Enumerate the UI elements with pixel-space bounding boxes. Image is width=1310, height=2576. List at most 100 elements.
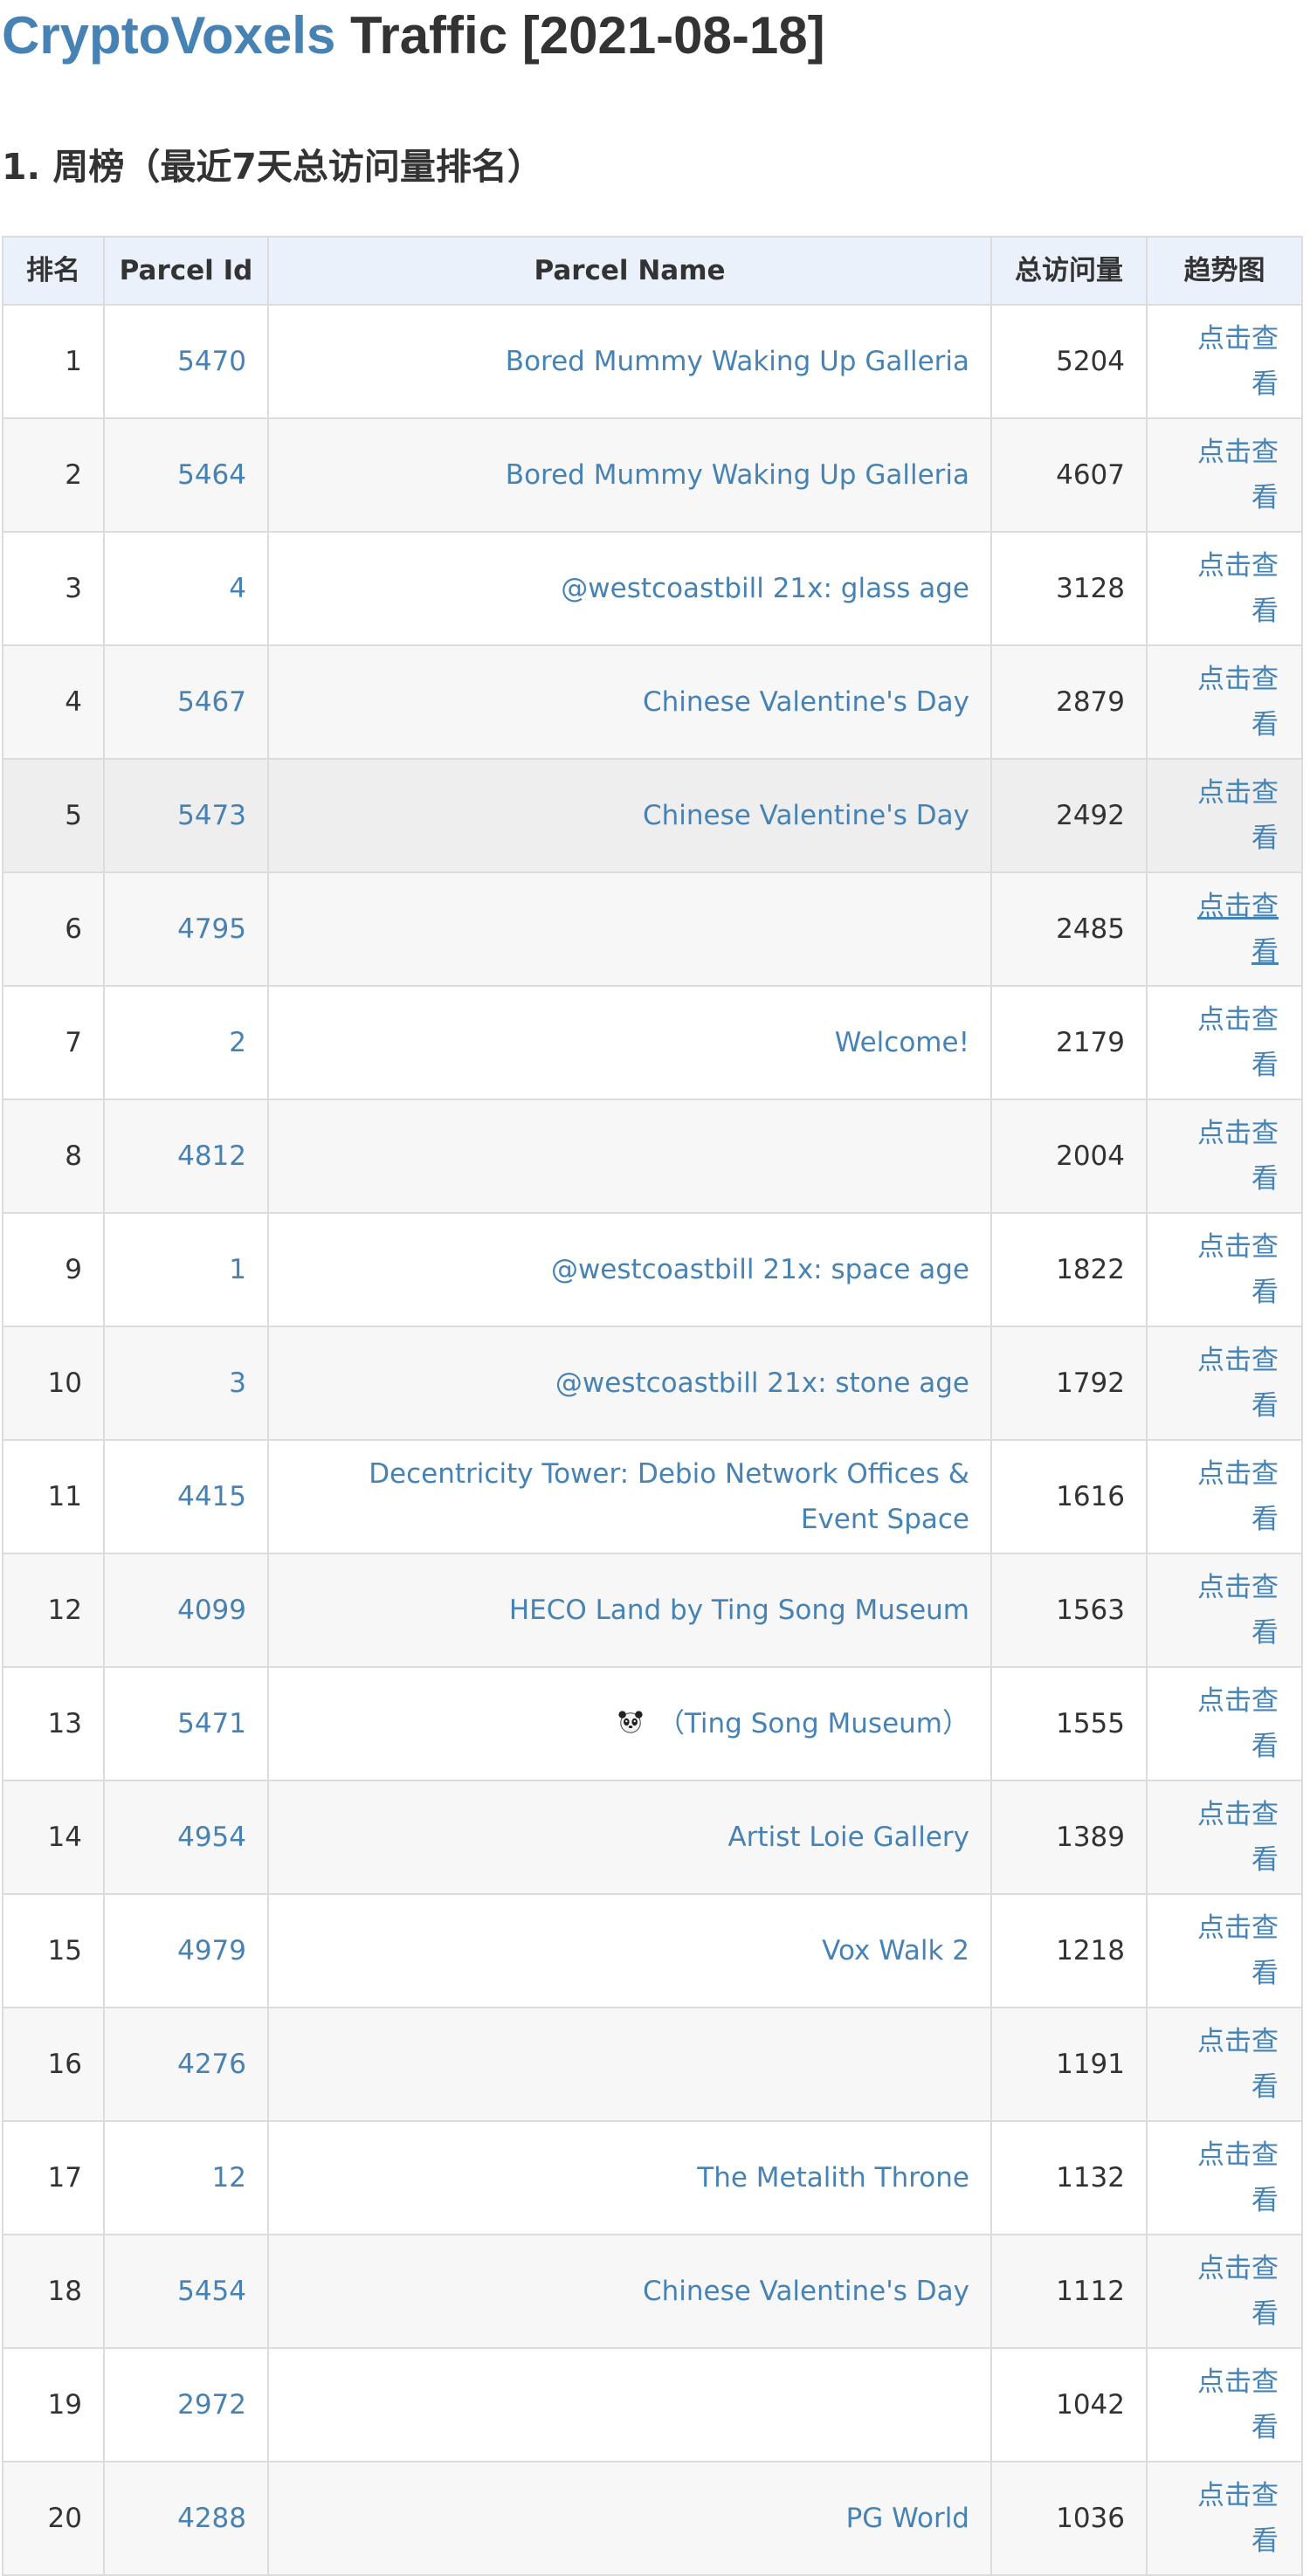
parcel-id-link[interactable]: 2 [229,1027,246,1058]
trend-chart-cell: 点击查看 [1146,985,1303,1100]
parcel-id-link[interactable]: 4954 [177,1822,246,1853]
parcel-id-link[interactable]: 4415 [177,1481,246,1512]
parcel-name-cell: Chinese Valentine's Day [267,2234,992,2349]
total-visits-cell: 2485 [990,871,1148,987]
view-trend-link[interactable]: 点击查看 [1193,1111,1279,1202]
parcel-id-link[interactable]: 4276 [177,2049,246,2080]
parcel-id-cell: 4 [103,531,269,646]
total-visits-cell: 1563 [990,1553,1148,1668]
parcel-id-link[interactable]: 5470 [177,346,246,377]
view-trend-link[interactable]: 点击查看 [1193,2132,1279,2223]
parcel-id-link[interactable]: 2972 [177,2389,246,2421]
parcel-name-link[interactable]: Chinese Valentine's Day [643,800,969,831]
parcel-name-link[interactable]: Bored Mummy Waking Up Galleria [506,459,969,491]
parcel-id-link[interactable]: 1 [229,1254,246,1285]
trend-chart-cell: 点击查看 [1146,2234,1303,2349]
table-row: 2 5464 Bored Mummy Waking Up Galleria 4607 点… [2,417,1303,533]
table-header-row: 排名 Parcel Id Parcel Name 总访问量 趋势图 [2,236,1303,306]
parcel-name-link[interactable]: （Ting Song Museum） [658,1708,969,1739]
parcel-id-link[interactable]: 3 [229,1367,246,1399]
view-trend-link[interactable]: 点击查看 [1193,1338,1279,1429]
parcel-name-link[interactable]: The Metalith Throne [697,2162,969,2194]
parcel-name-link[interactable]: Chinese Valentine's Day [643,2276,969,2307]
parcel-name-link[interactable]: Bored Mummy Waking Up Galleria [506,346,969,377]
trend-chart-cell: 点击查看 [1146,1893,1303,2008]
trend-chart-cell: 点击查看 [1146,871,1303,987]
parcel-id-link[interactable]: 5467 [177,686,246,718]
view-trend-link[interactable]: 点击查看 [1193,2246,1279,2337]
total-visits-cell: 2492 [990,758,1148,873]
parcel-name-cell [267,2007,992,2122]
table-row: 17 12 The Metalith Throne 1132 点击查看 [2,2120,1303,2235]
parcel-name-link[interactable]: Artist Loie Gallery [727,1822,969,1853]
parcel-id-link[interactable]: 5454 [177,2276,246,2307]
view-trend-link[interactable]: 点击查看 [1193,1905,1279,1996]
brand-link[interactable]: CryptoVoxels [2,6,335,65]
parcel-id-cell: 4954 [103,1780,269,1895]
view-trend-link[interactable]: 点击查看 [1193,2359,1279,2450]
trend-chart-cell: 点击查看 [1146,1326,1303,1441]
view-trend-link[interactable]: 点击查看 [1193,884,1279,975]
parcel-name-cell: @westcoastbill 21x: space age [267,1212,992,1327]
view-trend-link[interactable]: 点击查看 [1193,2473,1279,2564]
parcel-id-link[interactable]: 4979 [177,1935,246,1966]
rank-cell: 15 [2,1893,105,2008]
table-row: 19 2972 1042 点击查看 [2,2347,1303,2462]
parcel-id-link[interactable]: 5464 [177,459,246,491]
table-row: 4 5467 Chinese Valentine's Day 2879 点击查看 [2,644,1303,760]
parcel-name-link[interactable]: @westcoastbill 21x: stone age [555,1367,969,1399]
view-trend-link[interactable]: 点击查看 [1193,430,1279,520]
rank-cell: 14 [2,1780,105,1895]
parcel-name-link[interactable]: Decentricity Tower: Debio Network Office… [369,1458,969,1535]
parcel-id-cell: 5471 [103,1666,269,1781]
parcel-id-link[interactable]: 5471 [177,1708,246,1739]
parcel-name-link[interactable]: @westcoastbill 21x: space age [551,1254,969,1285]
view-trend-link[interactable]: 点击查看 [1193,2019,1279,2110]
view-trend-link[interactable]: 点击查看 [1193,1224,1279,1315]
page-title-text: Traffic [2021-08-18] [335,6,825,65]
table-row: 8 4812 2004 点击查看 [2,1099,1303,1214]
trend-chart-cell: 点击查看 [1146,2461,1303,2576]
parcel-name-link[interactable]: Welcome! [835,1027,969,1058]
parcel-name-cell: Chinese Valentine's Day [267,758,992,873]
view-trend-link[interactable]: 点击查看 [1193,997,1279,1088]
rank-cell: 3 [2,531,105,646]
parcel-id-link[interactable]: 4288 [177,2503,246,2534]
trend-chart-cell: 点击查看 [1146,644,1303,760]
parcel-name-link[interactable]: @westcoastbill 21x: glass age [561,573,969,604]
view-trend-link[interactable]: 点击查看 [1193,1678,1279,1769]
parcel-id-link[interactable]: 4812 [177,1140,246,1172]
trend-chart-cell: 点击查看 [1146,531,1303,646]
table-row: 5 5473 Chinese Valentine's Day 2492 点击查看 [2,758,1303,873]
parcel-id-cell: 1 [103,1212,269,1327]
trend-chart-cell: 点击查看 [1146,2007,1303,2122]
trend-chart-cell: 点击查看 [1146,2347,1303,2462]
parcel-name-link[interactable]: Vox Walk 2 [822,1935,969,1966]
parcel-name-link[interactable]: Chinese Valentine's Day [643,686,969,718]
parcel-name-link[interactable]: HECO Land by Ting Song Museum [509,1595,969,1626]
parcel-name-cell [267,1099,992,1214]
parcel-id-cell: 5470 [103,304,269,419]
parcel-id-link[interactable]: 4 [229,573,246,604]
view-trend-link[interactable]: 点击查看 [1193,770,1279,861]
parcel-name-cell: @westcoastbill 21x: stone age [267,1326,992,1441]
total-visits-cell: 1389 [990,1780,1148,1895]
parcel-name-link[interactable]: PG World [846,2503,969,2534]
parcel-id-link[interactable]: 5473 [177,800,246,831]
view-trend-link[interactable]: 点击查看 [1193,543,1279,634]
view-trend-link[interactable]: 点击查看 [1193,657,1279,747]
rank-cell: 16 [2,2007,105,2122]
parcel-id-link[interactable]: 12 [212,2162,246,2194]
total-visits-cell: 1792 [990,1326,1148,1441]
table-body: 1 5470 Bored Mummy Waking Up Galleria 5204 点… [2,304,1303,2576]
parcel-id-cell: 5464 [103,417,269,533]
parcel-id-cell: 4288 [103,2461,269,2576]
view-trend-link[interactable]: 点击查看 [1193,1792,1279,1883]
parcel-id-link[interactable]: 4099 [177,1595,246,1626]
view-trend-link[interactable]: 点击查看 [1193,316,1279,407]
table-row: 14 4954 Artist Loie Gallery 1389 点击查看 [2,1780,1303,1895]
view-trend-link[interactable]: 点击查看 [1193,1565,1279,1656]
view-trend-link[interactable]: 点击查看 [1193,1451,1279,1542]
trend-chart-cell: 点击查看 [1146,1212,1303,1327]
parcel-id-link[interactable]: 4795 [177,913,246,945]
